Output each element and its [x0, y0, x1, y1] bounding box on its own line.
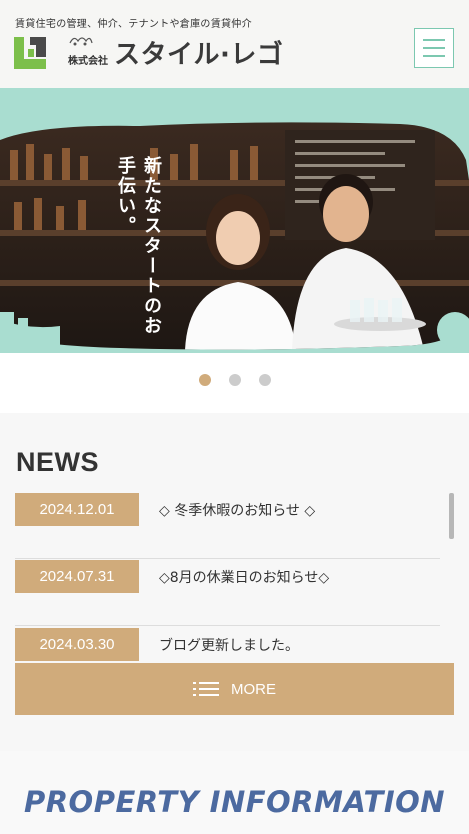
list-icon	[193, 681, 219, 697]
news-title: NEWS	[16, 447, 99, 477]
news-text[interactable]: ブログ更新しました。	[159, 635, 299, 655]
hamburger-icon	[423, 39, 445, 41]
slider-dots	[0, 374, 469, 386]
news-date: 2024.07.31	[15, 560, 139, 593]
site-header: 賃貸住宅の管理、仲介、テナントや倉庫の賃貸仲介 株式会社 スタイル·レゴ	[0, 0, 469, 88]
more-label: MORE	[231, 680, 276, 698]
news-scrollbar[interactable]	[449, 493, 454, 539]
slider-dot-1[interactable]	[198, 374, 211, 386]
news-text[interactable]: ◇8月の休業日のお知らせ◇	[159, 567, 329, 587]
tagline: 賃貸住宅の管理、仲介、テナントや倉庫の賃貸仲介	[15, 19, 252, 30]
news-section: NEWS 2024.12.01 ◇ 冬季休暇のお知らせ ◇ 2024.07.31…	[0, 413, 469, 751]
property-title: PROPERTY INFORMATION	[23, 785, 446, 819]
hero-photo	[0, 122, 469, 350]
logo-mark-icon	[14, 36, 46, 69]
more-button[interactable]: MORE	[15, 663, 454, 715]
news-text[interactable]: ◇ 冬季休暇のお知らせ ◇	[159, 500, 315, 520]
logo-company-type: 株式会社	[68, 56, 108, 67]
slider-dot-2[interactable]	[228, 374, 241, 386]
news-list[interactable]: 2024.12.01 ◇ 冬季休暇のお知らせ ◇ 2024.07.31 ◇8月の…	[15, 491, 455, 663]
hero-copy: 新たなスタートのお手伝い。	[115, 156, 162, 336]
news-date: 2024.12.01	[15, 493, 139, 526]
news-item[interactable]: 2024.03.30 ブログ更新しました。	[15, 626, 440, 663]
logo-seal-icon	[68, 32, 94, 46]
site-logo[interactable]: 株式会社 スタイル·レゴ	[14, 34, 283, 71]
hero-slider[interactable]: 新たなスタートのお手伝い。	[0, 88, 469, 413]
news-item[interactable]: 2024.12.01 ◇ 冬季休暇のお知らせ ◇	[15, 491, 440, 559]
news-item[interactable]: 2024.07.31 ◇8月の休業日のお知らせ◇	[15, 558, 440, 626]
slider-dot-3[interactable]	[258, 374, 271, 386]
property-section: PROPERTY INFORMATION	[0, 751, 469, 834]
news-date: 2024.03.30	[15, 628, 139, 661]
menu-button[interactable]	[414, 28, 454, 68]
logo-name: スタイル·レゴ	[114, 40, 284, 70]
